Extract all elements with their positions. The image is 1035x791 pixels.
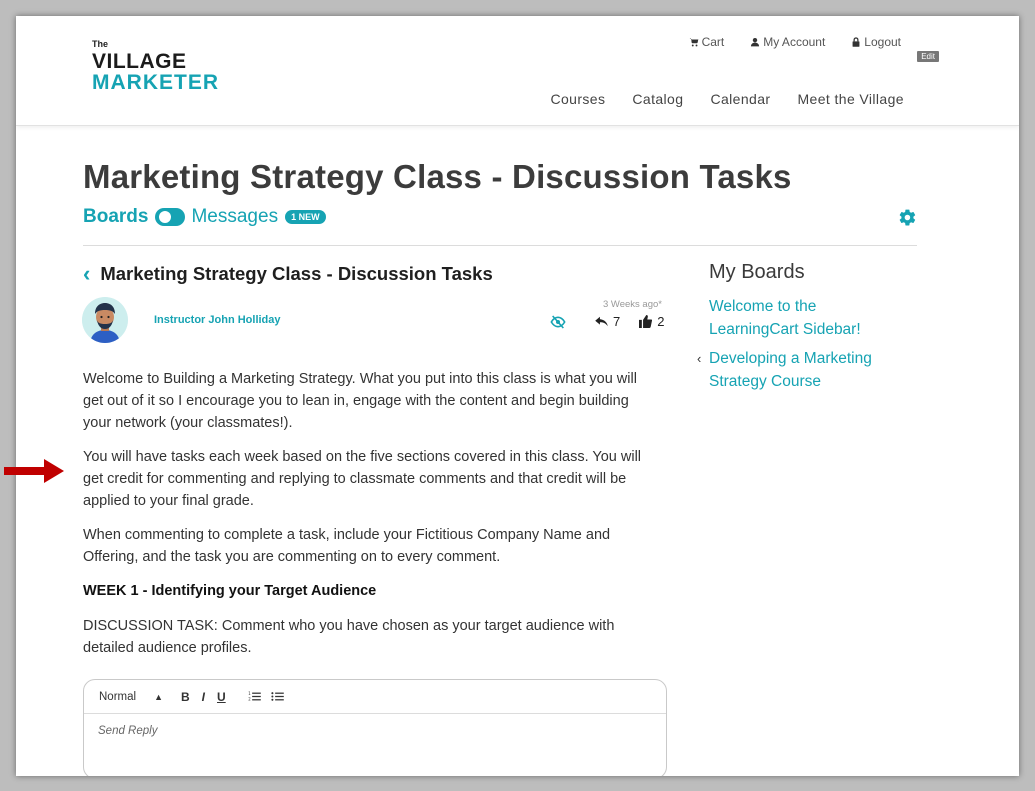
svg-text:2: 2 [248,696,251,701]
week-heading: WEEK 1 - Identifying your Target Audienc… [83,583,377,599]
select-arrows-icon: ▲︎ [154,691,163,702]
logout-label: Logout [864,35,901,49]
edit-button[interactable]: Edit [917,51,939,62]
main-nav: Courses Catalog Calendar Meet the Villag… [550,91,904,107]
format-select-value: Normal [99,690,137,703]
author-name[interactable]: Instructor John Holliday [154,314,281,326]
reply-editor: Normal ▲︎ B I U 1 2 Send Reply [83,679,667,776]
svg-text:1: 1 [248,691,251,696]
boards-link[interactable]: Boards [83,206,148,228]
post-paragraph: You will have tasks each week based on t… [83,449,642,509]
format-select[interactable]: Normal ▲︎ [99,691,181,703]
reply-icon[interactable] [595,316,608,327]
red-arrow-icon [4,459,64,483]
top-links: Cart My Account Logout [689,35,901,49]
boards-messages-toggle[interactable] [155,208,186,226]
nav-catalog[interactable]: Catalog [632,91,683,107]
title-divider [83,245,917,246]
browser-frame: The VILLAGE MARKETER Cart My Account Log… [16,16,1019,776]
page-title: Marketing Strategy Class - Discussion Ta… [83,158,792,195]
my-account-link[interactable]: My Account [750,35,825,49]
thread-title-text: Marketing Strategy Class - Discussion Ta… [100,263,493,284]
logo-village: VILLAGE [92,50,187,73]
logout-link[interactable]: Logout [851,35,901,49]
boards-messages-switch: Boards Messages 1 NEW [83,206,326,228]
site-header: The VILLAGE MARKETER Cart My Account Log… [16,16,1019,126]
nav-calendar[interactable]: Calendar [710,91,770,107]
chevron-left-icon: ‹ [697,351,702,366]
post-body: Welcome to Building a Marketing Strategy… [83,368,653,671]
reply-count: 7 [613,314,621,329]
eye-slash-icon[interactable] [550,314,566,329]
post-paragraph: Welcome to Building a Marketing Strategy… [83,371,637,431]
discussion-task: DISCUSSION TASK: Comment who you have ch… [83,618,615,656]
sidebar-item-welcome[interactable]: Welcome to the LearningCart Sidebar! [709,295,899,341]
my-account-label: My Account [763,35,826,49]
sidebar-item-marketing-strategy[interactable]: Developing a Marketing Strategy Course [709,347,899,393]
avatar[interactable] [82,297,128,343]
reply-input[interactable]: Send Reply [84,714,666,748]
logo-the: The [92,39,109,49]
nav-courses[interactable]: Courses [550,91,605,107]
person-avatar-icon [82,297,128,343]
logo-marketer: MARKETER [92,71,219,94]
post-paragraph: When commenting to complete a task, incl… [83,527,611,565]
user-icon [751,37,760,47]
cart-link[interactable]: Cart [689,35,725,49]
ordered-list-icon[interactable]: 1 2 [248,691,261,702]
like-count: 2 [657,314,665,329]
underline-button[interactable]: U [217,690,226,704]
site-logo[interactable]: The VILLAGE MARKETER [92,39,219,94]
editor-toolbar: Normal ▲︎ B I U 1 2 [84,680,666,714]
italic-button[interactable]: I [202,690,205,704]
lock-icon [852,37,860,47]
bullet-list-icon[interactable] [271,691,284,702]
back-chevron-icon[interactable]: ‹ [83,263,90,285]
post-timestamp: 3 Weeks ago* [603,299,662,310]
gear-icon[interactable] [898,208,917,227]
new-messages-badge: 1 NEW [285,210,326,224]
cart-icon [689,38,698,47]
bold-button[interactable]: B [181,690,190,704]
messages-link[interactable]: Messages [191,206,278,228]
thread-title: ‹ Marketing Strategy Class - Discussion … [83,263,493,285]
post-stats: 7 2 [550,314,664,329]
thumbs-up-icon[interactable] [639,315,653,328]
sidebar-title: My Boards [709,261,805,283]
cart-label: Cart [701,35,725,49]
nav-meet-the-village[interactable]: Meet the Village [797,91,904,107]
